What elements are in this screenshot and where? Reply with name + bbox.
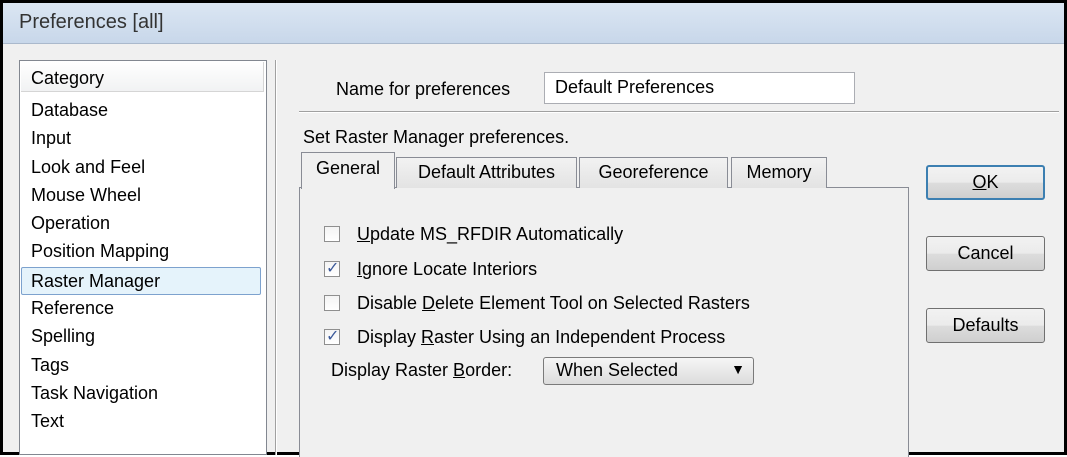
tab-default-attributes[interactable]: Default Attributes <box>396 157 577 188</box>
checkbox-update-ms-rfdir[interactable] <box>324 226 340 242</box>
category-item-tags[interactable]: Tags <box>21 352 265 380</box>
category-column-header[interactable]: Category <box>21 62 264 92</box>
option-label: Disable Delete Element Tool on Selected … <box>357 292 750 313</box>
option-display-raster-independent-process[interactable]: ✓ Display Raster Using an Independent Pr… <box>324 325 725 349</box>
category-item-spelling[interactable]: Spelling <box>21 323 265 351</box>
category-item-database[interactable]: Database <box>21 97 265 125</box>
category-item-raster-manager[interactable]: Raster Manager <box>21 266 261 296</box>
tab-georeference[interactable]: Georeference <box>579 157 728 188</box>
category-item-operation[interactable]: Operation <box>21 210 265 238</box>
checkmark-icon: ✓ <box>326 326 340 345</box>
name-for-preferences-field[interactable]: Default Preferences <box>544 72 855 104</box>
tab-general[interactable]: General <box>301 152 395 189</box>
option-ignore-locate-interiors[interactable]: ✓ Ignore Locate Interiors <box>324 257 537 281</box>
chevron-down-icon: ▼ <box>731 361 745 377</box>
splitter-highlight <box>276 60 277 455</box>
option-label: Update MS_RFDIR Automatically <box>357 223 624 244</box>
category-item-mouse-wheel[interactable]: Mouse Wheel <box>21 182 265 210</box>
category-item-text[interactable]: Text <box>21 408 265 436</box>
category-items: Database Input Look and Feel Mouse Wheel… <box>21 97 265 437</box>
checkmark-icon: ✓ <box>326 258 340 277</box>
checkbox-disable-delete-element-tool[interactable] <box>324 295 340 311</box>
option-disable-delete-element-tool[interactable]: Disable Delete Element Tool on Selected … <box>324 291 750 315</box>
window-title: Preferences [all] <box>19 11 164 33</box>
tab-memory[interactable]: Memory <box>731 157 827 188</box>
option-label: Ignore Locate Interiors <box>357 258 538 279</box>
title-bar: Preferences [all] <box>3 3 1064 44</box>
category-item-input[interactable]: Input <box>21 125 265 153</box>
category-list[interactable]: Category Database Input Look and Feel Mo… <box>19 60 267 455</box>
category-item-reference[interactable]: Reference <box>21 295 265 323</box>
ok-button[interactable]: OK <box>926 165 1045 200</box>
select-value: When Selected <box>556 360 679 380</box>
preferences-dialog: Preferences [all] Category Database Inpu… <box>0 0 1067 457</box>
section-description: Set Raster Manager preferences. <box>303 127 570 147</box>
category-item-task-navigation[interactable]: Task Navigation <box>21 380 265 408</box>
name-for-preferences-label: Name for preferences <box>336 79 511 99</box>
defaults-button[interactable]: Defaults <box>926 308 1045 343</box>
display-raster-border-select[interactable]: When Selected ▼ <box>543 357 754 385</box>
separator-highlight <box>299 112 1059 113</box>
option-update-ms-rfdir[interactable]: Update MS_RFDIR Automatically <box>324 222 623 246</box>
checkbox-display-raster-independent-process[interactable]: ✓ <box>324 326 340 345</box>
category-item-position-mapping[interactable]: Position Mapping <box>21 238 265 266</box>
category-item-look-and-feel[interactable]: Look and Feel <box>21 154 265 182</box>
category-header-label: Category <box>31 68 105 88</box>
cancel-button[interactable]: Cancel <box>926 236 1045 271</box>
checkbox-ignore-locate-interiors[interactable]: ✓ <box>324 258 340 277</box>
display-raster-border-label: Display Raster Border: <box>331 360 513 380</box>
dialog-content: Category Database Input Look and Feel Mo… <box>3 44 1064 457</box>
option-label: Display Raster Using an Independent Proc… <box>357 326 726 347</box>
